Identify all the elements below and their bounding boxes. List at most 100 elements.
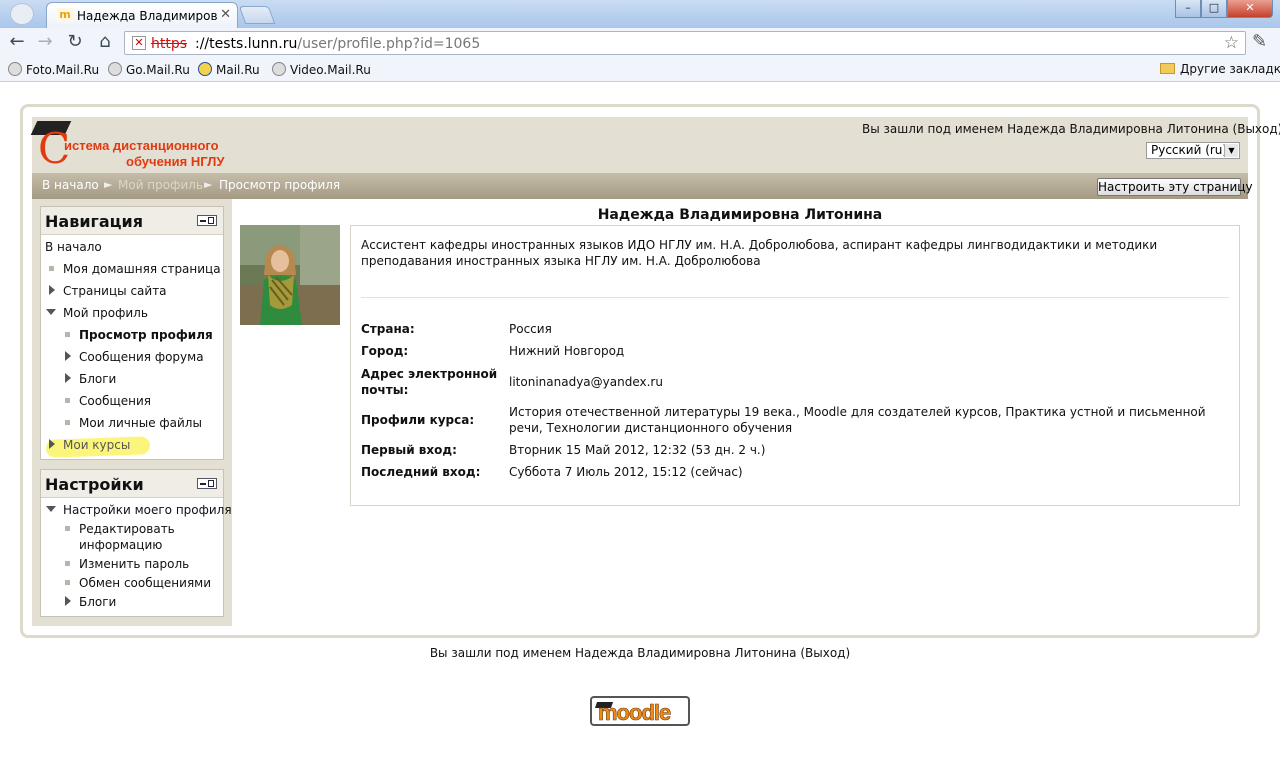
block-dock-icon[interactable] [197,478,217,489]
browser-menu-icon[interactable] [10,3,34,25]
city-label: Город: [361,344,409,358]
first-access-value: Вторник 15 Май 2012, 12:32 (53 дн. 2 ч.) [509,443,766,457]
collapse-arrow-icon[interactable] [46,309,56,315]
settings-edit-profile-l1[interactable]: Редактировать [79,522,175,536]
ssl-warning-icon: ✕ [132,36,146,50]
chevron-down-icon: ▼ [1224,144,1238,157]
settings-block-header: Настройки [41,470,223,498]
nav-blogs[interactable]: Блоги [79,372,116,386]
navigation-block-title: Навигация [45,212,144,231]
bullet-icon [65,332,70,337]
customize-page-button[interactable]: Настроить эту страницу [1097,178,1253,196]
breadcrumb-bar [32,173,1248,199]
forward-arrow-icon[interactable]: → [34,31,56,53]
language-select[interactable]: Русский (ru) ▼ [1146,142,1240,159]
bullet-icon [65,398,70,403]
bullet-icon [65,580,70,585]
settings-messaging[interactable]: Обмен сообщениями [79,576,211,590]
nav-my-profile[interactable]: Мой профиль [63,306,148,320]
new-tab-button[interactable] [238,6,276,24]
bookmark-star-icon[interactable]: ☆ [1224,33,1239,53]
back-arrow-icon[interactable]: ← [6,31,28,53]
breadcrumb-my-profile[interactable]: Мой профиль [118,178,203,192]
breadcrumb-home[interactable]: В начало [42,178,99,192]
nav-forum-posts[interactable]: Сообщения форума [79,350,204,364]
bookmark-label: Mail.Ru [216,63,260,77]
logo-text-line2[interactable]: обучения НГЛУ [126,154,225,169]
user-avatar[interactable] [240,225,340,325]
reload-icon[interactable]: ↻ [64,31,86,53]
course-profiles-value[interactable]: История отечественной литературы 19 века… [509,404,1229,436]
collapse-arrow-icon[interactable] [46,506,56,512]
window-minimize-button[interactable]: – [1175,0,1201,18]
nav-view-profile: Просмотр профиля [79,328,213,342]
city-value: Нижний Новгород [509,344,625,358]
settings-blogs[interactable]: Блоги [79,595,116,609]
course-profiles-label: Профили курса: [361,413,475,427]
wrench-icon[interactable]: ✎ [1252,31,1267,52]
bullet-icon [65,561,70,566]
bookmark-label: Video.Mail.Ru [290,63,371,77]
divider [361,297,1229,298]
url-scheme: https [151,36,188,52]
expand-arrow-icon[interactable] [49,439,55,449]
nav-home[interactable]: В начало [45,240,102,254]
expand-arrow-icon[interactable] [65,351,71,361]
settings-my-profile[interactable]: Настройки моего профиля [63,503,232,517]
email-label-line1: Адрес электронной [361,367,498,381]
nav-my-courses[interactable]: Мои курсы [63,438,130,452]
bookmark-label: Foto.Mail.Ru [26,63,100,77]
folder-icon [1160,63,1175,74]
other-bookmarks-label: Другие закладки [1180,62,1280,76]
expand-arrow-icon[interactable] [49,285,55,295]
url-text: ://tests.lunn.ru/user/profile.php?id=106… [195,36,480,52]
bookmark-foto-mail[interactable]: Foto.Mail.Ru [8,62,99,77]
nav-private-files[interactable]: Мои личные файлы [79,416,202,430]
other-bookmarks[interactable]: Другие закладки [1160,62,1280,76]
breadcrumb-current: Просмотр профиля [219,178,341,192]
url-path: /user/profile.php?id=1065 [297,36,481,52]
bookmark-go-mail[interactable]: Go.Mail.Ru [108,62,190,77]
home-icon[interactable]: ⌂ [94,31,116,53]
settings-edit-profile-l2[interactable]: информацию [79,538,162,552]
first-access-label: Первый вход: [361,443,457,457]
language-value: Русский (ru) [1151,143,1228,157]
settings-change-password[interactable]: Изменить пароль [79,557,189,571]
email-value[interactable]: litoninanadya@yandex.ru [509,374,1229,390]
email-label-line2: почты: [361,383,409,397]
bullet-icon [65,526,70,531]
window-close-button[interactable]: ✕ [1227,0,1273,18]
url-host: ://tests.lunn.ru [195,36,298,52]
globe-icon [272,62,286,76]
logo-text-line1[interactable]: истема дистанционного [64,138,219,153]
window-maximize-button[interactable]: □ [1201,0,1227,18]
profile-description: Ассистент кафедры иностранных языков ИДО… [361,238,1158,268]
tab-title: Надежда Владимировна Л [77,9,217,23]
block-dock-icon[interactable] [197,215,217,226]
moodle-logo-text: moodle [598,700,672,726]
login-info[interactable]: Вы зашли под именем Надежда Владимировна… [862,122,1280,136]
nav-messages[interactable]: Сообщения [79,394,151,408]
nav-my-home[interactable]: Моя домашняя страница [63,262,221,276]
browser-tab[interactable]: m Надежда Владимировна Л ✕ [46,2,238,28]
user-photo [240,225,340,325]
globe-icon [8,62,22,76]
footer-login-info[interactable]: Вы зашли под именем Надежда Владимировна… [0,646,1280,660]
nav-site-pages[interactable]: Страницы сайта [63,284,167,298]
breadcrumb-separator: ► [204,178,213,191]
bookmarks-bar [0,58,1280,82]
navigation-block-header: Навигация [41,207,223,235]
bookmark-mail[interactable]: Mail.Ru [198,62,260,77]
last-access-value: Суббота 7 Июль 2012, 15:12 (сейчас) [509,465,743,479]
tab-close-icon[interactable]: ✕ [220,7,231,22]
expand-arrow-icon[interactable] [65,373,71,383]
mail-at-icon [198,62,212,76]
country-label: Страна: [361,322,415,336]
expand-arrow-icon[interactable] [65,596,71,606]
moodle-logo[interactable]: moodle [590,696,690,726]
bookmark-video-mail[interactable]: Video.Mail.Ru [272,62,371,77]
moodle-favicon-icon: m [57,8,73,22]
bookmark-label: Go.Mail.Ru [126,63,190,77]
address-bar[interactable]: ✕ https ://tests.lunn.ru/user/profile.ph… [124,31,1246,55]
bullet-icon [65,420,70,425]
